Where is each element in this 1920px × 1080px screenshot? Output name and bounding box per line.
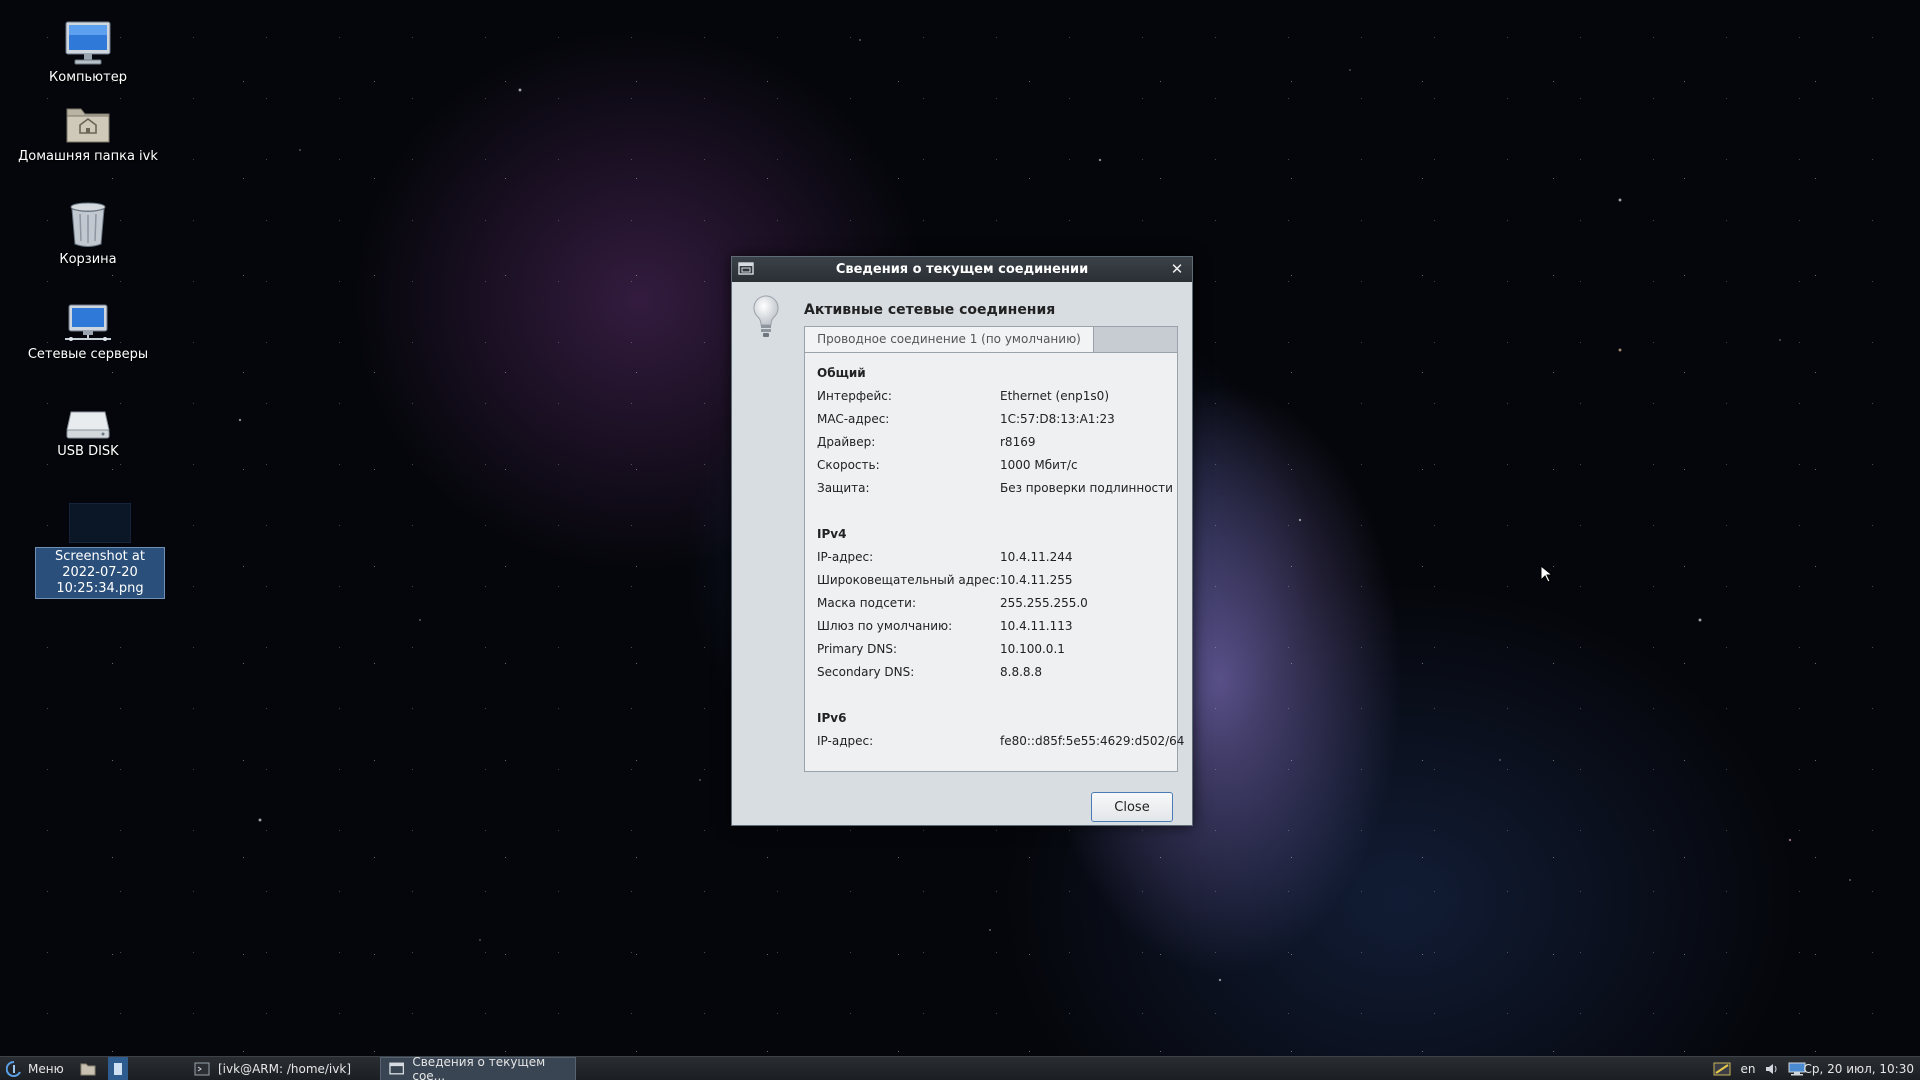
detail-key: Secondary DNS:: [817, 665, 915, 679]
window-icon: [738, 262, 754, 275]
show-files-button[interactable]: [78, 1057, 98, 1080]
section-title-general: Общий: [817, 366, 866, 380]
detail-key: Маска подсети:: [817, 596, 917, 610]
detail-key: Широковещательный адрес:: [817, 573, 1000, 587]
network-status-icon: [1713, 1062, 1731, 1076]
terminal-icon: [194, 1062, 210, 1076]
detail-key: Драйвер:: [817, 435, 876, 449]
dialog-title: Сведения о текущем соединении: [835, 262, 1089, 277]
taskbar-task-terminal[interactable]: [ivk@ARM: /home/ivk]: [186, 1057, 376, 1080]
trash-icon: [70, 202, 106, 247]
detail-value: fe80::d85f:5e55:4629:d502/64: [1000, 734, 1185, 748]
show-desktop-button[interactable]: [108, 1057, 128, 1080]
section-title-ipv4: IPv4: [817, 527, 847, 541]
detail-row: Широковещательный адрес: 10.4.11.255: [817, 573, 1172, 591]
connection-info-dialog: Сведения о текущем соединении ✕ Активные…: [731, 256, 1193, 826]
desktop-icon-label: Сетевые серверы: [27, 347, 149, 362]
detail-value: 8.8.8.8: [1000, 665, 1042, 679]
detail-key: IP-адрес:: [817, 550, 874, 564]
desktop-icon-usb-disk[interactable]: USB DISK: [18, 408, 158, 460]
detail-row: IP-адрес: 10.4.11.244: [817, 550, 1172, 568]
desktop-icon-home-folder[interactable]: Домашняя папка ivk: [18, 101, 158, 165]
keyboard-layout-label: en: [1740, 1062, 1756, 1076]
detail-key: Скорость:: [817, 458, 880, 472]
taskbar-task-connection-info[interactable]: Сведения о текущем сое...: [380, 1055, 576, 1080]
light-bulb-icon: [753, 295, 779, 337]
detail-value: r8169: [1000, 435, 1036, 449]
speaker-icon: [1766, 1064, 1777, 1074]
connection-tabs: Проводное соединение 1 (по умолчанию): [804, 326, 1178, 354]
menu-logo-icon: [6, 1061, 21, 1077]
detail-row: Драйвер: r8169: [817, 435, 1172, 453]
detail-value: Без проверки подлинности: [1000, 481, 1173, 495]
detail-value: 255.255.255.0: [1000, 596, 1088, 610]
start-menu-button[interactable]: Меню: [6, 1057, 64, 1080]
detail-row: Защита: Без проверки подлинности: [817, 481, 1173, 499]
desktop-icon-label: Screenshot at 2022-07-20 10:25:34.png: [35, 547, 165, 599]
keyboard-layout-indicator[interactable]: en: [1738, 1057, 1758, 1080]
desktop-icon-trash[interactable]: Корзина: [18, 200, 158, 268]
file-manager-icon: [80, 1063, 96, 1076]
mouse-cursor-icon: [1540, 565, 1552, 583]
detail-row: MAC-адрес: 1C:57:D8:13:A1:23: [817, 412, 1172, 430]
menu-label: Меню: [28, 1062, 64, 1076]
image-file-icon: [69, 503, 131, 543]
desktop-icon-computer[interactable]: Компьютер: [18, 20, 158, 86]
tab-wired-connection-1[interactable]: Проводное соединение 1 (по умолчанию): [805, 327, 1094, 354]
detail-key: Шлюз по умолчанию:: [817, 619, 953, 633]
connection-details-panel: Общий Интерфейс: Ethernet (enp1s0) MAC-а…: [804, 352, 1184, 772]
desktop-icon-network-servers[interactable]: Сетевые серверы: [18, 303, 158, 363]
window-icon: [389, 1062, 405, 1075]
detail-key: Primary DNS:: [817, 642, 898, 656]
desktop-icon-label: Домашняя папка ivk: [18, 149, 158, 164]
detail-value: 10.4.11.113: [1000, 619, 1073, 633]
desktop-icon: [114, 1063, 122, 1075]
detail-value: 1C:57:D8:13:A1:23: [1000, 412, 1115, 426]
detail-row: Маска подсети: 255.255.255.0: [817, 596, 1172, 614]
detail-row: Скорость: 1000 Мбит/с: [817, 458, 1172, 476]
taskbar-clock[interactable]: Ср, 20 июл, 10:30: [1804, 1057, 1915, 1080]
task-label: Сведения о текущем сое...: [412, 1055, 546, 1080]
detail-row: Интерфейс: Ethernet (enp1s0): [817, 389, 1172, 407]
usb-disk-icon: [66, 411, 110, 439]
detail-value: 10.100.0.1: [1000, 642, 1065, 656]
detail-value: 10.4.11.244: [1000, 550, 1073, 564]
close-icon[interactable]: ✕: [1168, 259, 1186, 279]
taskbar: Меню [ivk@ARM: /home/ivk] Сведения о тек…: [0, 1055, 1920, 1080]
detail-row: Primary DNS: 10.100.0.1: [817, 642, 1172, 660]
tray-volume[interactable]: [1762, 1057, 1782, 1080]
network-servers-icon: [65, 304, 111, 341]
section-title-ipv6: IPv6: [817, 711, 847, 725]
dialog-titlebar[interactable]: Сведения о текущем соединении ✕: [732, 257, 1192, 282]
detail-value: 1000 Мбит/с: [1000, 458, 1078, 472]
home-folder-icon: [66, 108, 110, 143]
detail-key: Защита:: [817, 481, 870, 495]
tray-network-manager[interactable]: [1712, 1057, 1732, 1080]
close-button[interactable]: Close: [1091, 792, 1173, 822]
task-label: [ivk@ARM: /home/ivk]: [218, 1062, 351, 1076]
detail-key: MAC-адрес:: [817, 412, 890, 426]
detail-row: IP-адрес: fe80::d85f:5e55:4629:d502/64: [817, 734, 1184, 752]
computer-icon: [65, 21, 111, 65]
detail-value: Ethernet (enp1s0): [1000, 389, 1109, 403]
detail-key: IP-адрес:: [817, 734, 874, 748]
desktop-icon-label: USB DISK: [57, 444, 119, 459]
dialog-heading: Активные сетевые соединения: [804, 302, 1056, 318]
detail-row: Шлюз по умолчанию: 10.4.11.113: [817, 619, 1172, 637]
detail-row: Secondary DNS: 8.8.8.8: [817, 665, 1172, 683]
detail-key: Интерфейс:: [817, 389, 892, 403]
desktop-icon-label: Компьютер: [49, 70, 127, 85]
desktop-icon-screenshot-file[interactable]: Screenshot at 2022-07-20 10:25:34.png: [30, 503, 170, 599]
desktop-icon-label: Корзина: [59, 252, 117, 267]
detail-value: 10.4.11.255: [1000, 573, 1073, 587]
